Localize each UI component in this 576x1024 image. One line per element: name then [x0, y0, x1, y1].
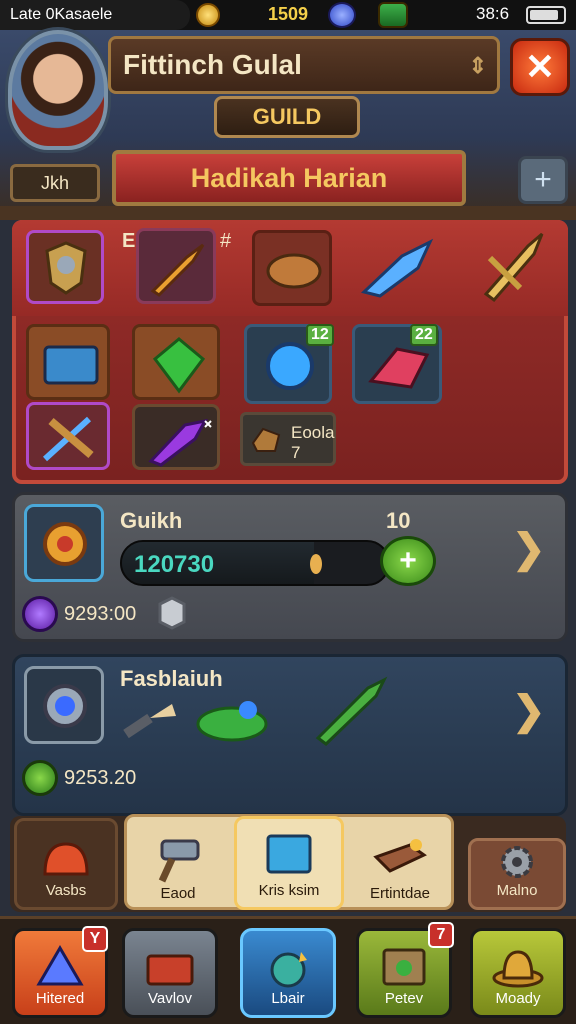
toolbar-label: Vasbs — [45, 882, 87, 899]
nav-label: Lbair — [271, 990, 305, 1007]
guild-stat: 9293:00 — [64, 603, 137, 625]
toolbar-label: Kris ksim — [258, 882, 320, 899]
progress-text: 120730 — [134, 551, 215, 578]
item-count-badge: 12 — [306, 324, 334, 346]
gear-icon — [501, 846, 533, 878]
item-slot-emerald[interactable] — [132, 324, 220, 400]
item-slot-misc[interactable]: Eoola 7 — [240, 412, 336, 466]
item-count-badge-2: 22 — [410, 324, 438, 346]
item-slot-bread[interactable] — [252, 230, 332, 306]
sword-icon[interactable] — [476, 228, 550, 304]
seed-icon — [310, 554, 322, 574]
divider — [0, 206, 576, 220]
toolbar-item-kris-ksim[interactable]: Kris ksim — [234, 816, 344, 910]
toolbar-label: Malno — [496, 882, 538, 899]
clock: 38:6 — [476, 4, 510, 23]
emblem-icon — [43, 522, 87, 566]
item-slot-book[interactable] — [26, 324, 110, 400]
toolbar-label: Eaod — [160, 885, 196, 902]
bread-icon — [266, 253, 322, 289]
emerald-icon — [152, 337, 206, 394]
daily-banner: Hadikah Harian — [112, 150, 466, 206]
nav-label: Moady — [495, 990, 541, 1007]
event-stat: 9253.20 — [64, 767, 137, 789]
armor-icon — [45, 241, 87, 295]
hat-icon — [492, 950, 544, 988]
nav-vavlov[interactable]: Vavlov — [122, 928, 218, 1018]
item-slot-crystal[interactable] — [132, 404, 220, 470]
event-chevron-icon[interactable]: ❯ — [512, 688, 546, 734]
anvil-icon — [373, 839, 427, 873]
ore-icon — [251, 427, 281, 452]
herb-icon — [196, 701, 268, 742]
battery-icon — [526, 6, 566, 24]
hammer-icon — [158, 839, 200, 883]
side-tab[interactable]: Jkh — [10, 164, 100, 202]
purple-coin-icon — [22, 596, 58, 632]
chest-icon — [146, 954, 194, 986]
guild-title-bar: Fittinch Gulal ⇕ — [108, 36, 500, 94]
close-button[interactable]: ✕ — [510, 38, 570, 96]
nav-label: Hitered — [35, 990, 85, 1007]
guild-progress-bar: 120730 — [120, 540, 390, 586]
add-button[interactable]: + — [518, 156, 568, 204]
nav-badge: 7 — [428, 922, 454, 948]
crystal-icon — [36, 945, 84, 986]
item-slot-dagger[interactable] — [136, 228, 216, 304]
guild-emblem[interactable] — [24, 504, 104, 582]
toolbar-item-ertintdae[interactable]: Ertintdae — [350, 818, 450, 910]
event-panel-title: Fasblaiuh — [120, 666, 223, 691]
misc-label: Eoola — [291, 423, 335, 442]
guild-panel-title: Guikh — [120, 508, 183, 533]
toolbar-label: Ertintdae — [369, 885, 431, 902]
lens-icon — [43, 684, 87, 728]
item-slot-armor[interactable] — [26, 230, 104, 304]
ruby-icon — [368, 347, 430, 389]
green-coin-icon — [22, 760, 58, 796]
notification-pin: 10 — [386, 508, 411, 533]
avatar[interactable] — [8, 30, 108, 150]
potion-icon — [270, 952, 307, 988]
chest-icon — [378, 2, 408, 28]
gem-icon — [328, 2, 356, 28]
nav-label: Vavlov — [148, 990, 192, 1007]
brush-icon — [123, 704, 176, 739]
misc-count: 7 — [291, 443, 301, 462]
dagger-icon — [150, 243, 205, 297]
toolbar-item-malno[interactable]: Malno — [468, 838, 566, 910]
purple-crystal-icon — [148, 418, 212, 467]
map-icon — [382, 948, 426, 986]
toolbar-item-vasbs[interactable]: Vasbs — [14, 818, 118, 910]
carrier-label: Late 0Kasaele — [0, 0, 190, 30]
book-icon — [43, 345, 99, 385]
status-bar: Late 0Kasaele 1509 38:6 — [0, 0, 576, 30]
green-sword-icon — [315, 676, 388, 746]
item-slot-bow[interactable] — [26, 402, 110, 470]
crystal-sword-icon[interactable] — [360, 236, 440, 298]
nav-badge: Y — [82, 926, 108, 952]
nav-lbair[interactable]: Lbair — [240, 928, 336, 1018]
event-emblem[interactable] — [24, 666, 104, 744]
item-hash: # — [220, 230, 232, 252]
nav-moady[interactable]: Moady — [470, 928, 566, 1018]
page-title: Fittinch Gulal — [123, 49, 302, 80]
helmet-icon — [43, 842, 89, 876]
toolbar-item-eaod[interactable]: Eaod — [128, 818, 228, 910]
scroll-icon — [266, 834, 312, 874]
guild-chevron-icon[interactable]: ❯ — [512, 526, 546, 572]
stone-icon — [158, 596, 186, 630]
tab-guild[interactable]: GUILD — [214, 96, 360, 138]
expand-arrow-icon[interactable]: ⇕ — [469, 53, 487, 79]
bow-icon — [42, 416, 94, 462]
nav-label: Petev — [384, 990, 424, 1007]
add-progress-button[interactable]: + — [380, 536, 436, 586]
gold-coin-icon — [196, 3, 220, 27]
currency-value: 1509 — [268, 4, 309, 24]
